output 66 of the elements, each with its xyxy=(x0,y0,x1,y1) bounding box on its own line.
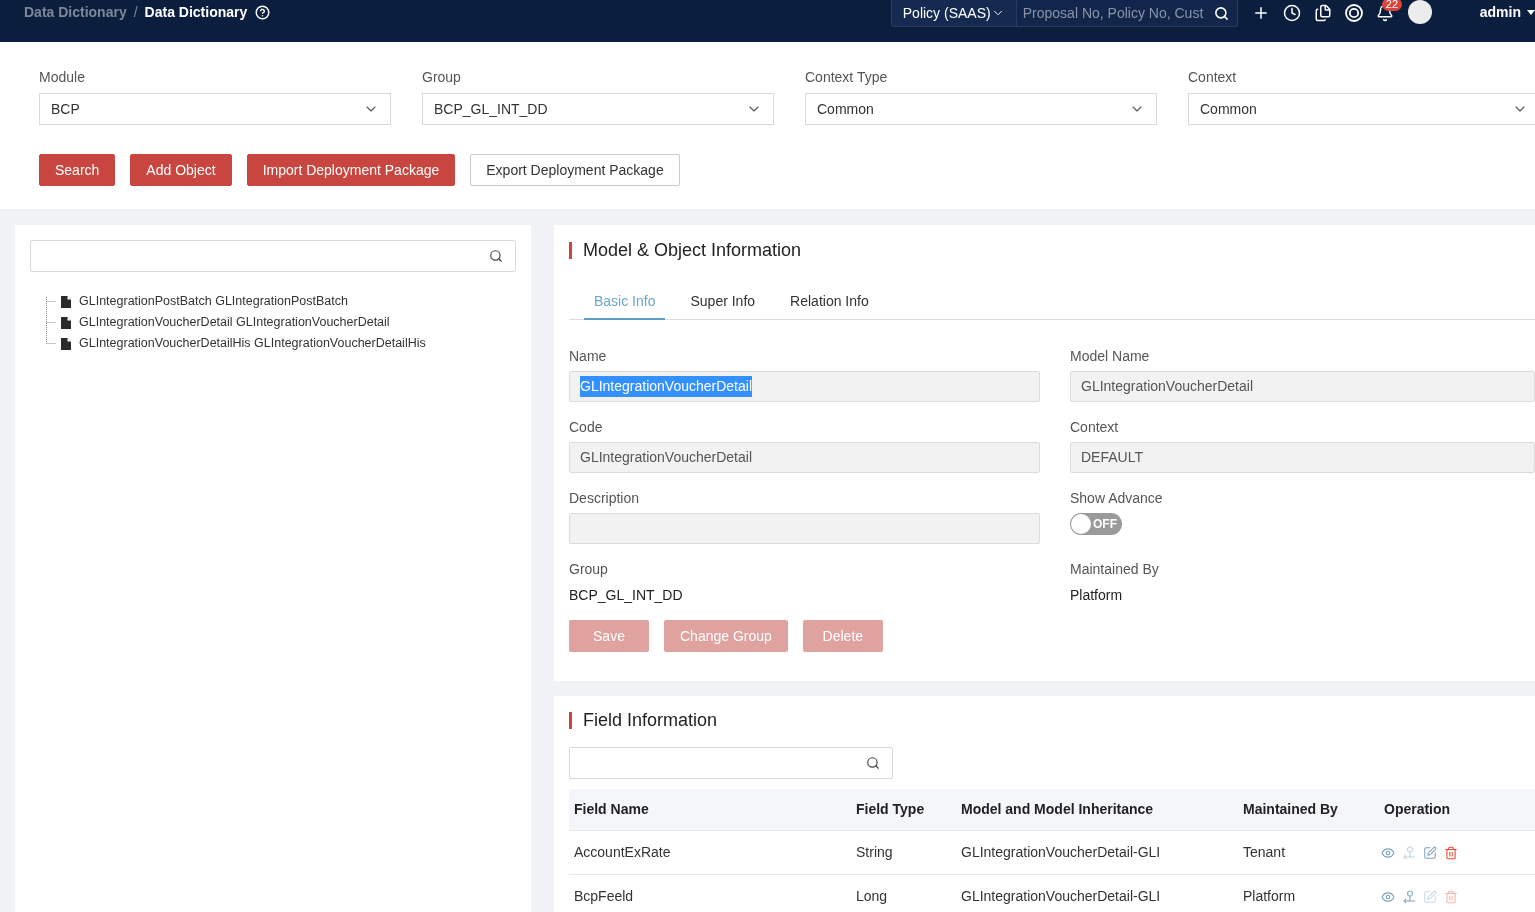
table-cell-text: Platform xyxy=(1242,887,1297,906)
action-button[interactable]: Import Deployment Package xyxy=(246,154,456,186)
breadcrumb-link[interactable]: Data Dictionary xyxy=(24,2,127,23)
filter-label: Group xyxy=(422,69,462,85)
column-header: Field Type xyxy=(855,800,926,819)
table-cell-text: BcpFeeld xyxy=(573,887,635,906)
field-label: Context xyxy=(1070,419,1120,435)
column-header: Model and Model Inheritance xyxy=(960,800,1155,819)
tree-item[interactable]: GLIntegrationVoucherDetail GLIntegrationVoucherDetail xyxy=(61,312,426,333)
filter-label: Context xyxy=(1188,69,1238,85)
user-name[interactable]: admin xyxy=(1479,0,1521,25)
dropdown-select[interactable]: BCP xyxy=(39,93,391,125)
search-icon[interactable] xyxy=(1213,5,1229,21)
help-icon[interactable] xyxy=(255,5,271,20)
field-value: Platform xyxy=(1070,587,1124,603)
field-label: Description xyxy=(569,490,641,506)
dropdown-select[interactable]: Common xyxy=(1188,93,1535,125)
tree-item[interactable]: GLIntegrationVoucherDetailHis GLIntegrationVoucherDetailHis xyxy=(61,333,426,354)
dropdown-select[interactable]: BCP_GL_INT_DD xyxy=(422,93,774,125)
search-icon[interactable] xyxy=(489,249,503,263)
eye-icon[interactable] xyxy=(1381,845,1395,860)
trash-icon[interactable] xyxy=(1444,845,1458,860)
column-header: Field Name xyxy=(573,800,650,819)
tree-item[interactable]: GLIntegrationPostBatch GLIntegrationPostBatch xyxy=(61,291,426,312)
field-label: Code xyxy=(569,419,604,435)
avatar[interactable] xyxy=(1407,0,1432,24)
field-label: Name xyxy=(569,348,608,364)
search-icon[interactable] xyxy=(866,756,880,770)
column-header: Maintained By xyxy=(1242,800,1339,819)
dropdown-select[interactable]: Common xyxy=(805,93,1157,125)
caret-icon[interactable] xyxy=(1527,10,1535,15)
breadcrumb-current: Data Dictionary xyxy=(144,3,248,22)
file-icon xyxy=(61,316,71,329)
action-button[interactable]: Search xyxy=(39,154,116,186)
filter-label: Module xyxy=(39,69,86,85)
table-cell-text: Tenant xyxy=(1242,843,1287,862)
field-label: Model Name xyxy=(1070,348,1151,364)
notification-badge: 22 xyxy=(1381,0,1402,11)
accent-bar-icon xyxy=(569,241,572,259)
action-button[interactable]: Export Deployment Package xyxy=(470,154,680,186)
table-cell-text: GLIntegrationVoucherDetail-GLI xyxy=(960,843,1162,862)
clock-icon[interactable] xyxy=(1282,3,1301,22)
filter-label: Context Type xyxy=(805,69,889,85)
tab[interactable]: Relation Info xyxy=(780,284,879,320)
field-value: BCP_GL_INT_DD xyxy=(569,587,684,603)
field-label: Maintained By xyxy=(1070,561,1160,577)
file-icon xyxy=(61,337,71,350)
table-cell-text: AccountExRate xyxy=(573,843,672,862)
column-header: Operation xyxy=(1383,800,1452,819)
field-label: Group xyxy=(569,561,609,577)
documents-icon[interactable] xyxy=(1313,3,1332,22)
table-cell-text: GLIntegrationVoucherDetail-GLI xyxy=(960,887,1162,906)
eye-icon[interactable] xyxy=(1381,889,1395,904)
accent-bar-icon xyxy=(569,711,572,729)
table-cell-text: String xyxy=(855,843,894,862)
field-label: Show Advance xyxy=(1070,490,1164,506)
action-button[interactable]: Add Object xyxy=(130,154,232,186)
table-cell-text: Long xyxy=(855,887,889,906)
ring-icon[interactable] xyxy=(1344,3,1363,22)
breadcrumb-separator: / xyxy=(133,3,138,22)
panel-title: Model & Object Information xyxy=(583,238,802,262)
file-icon xyxy=(61,295,71,308)
scope-dropdown[interactable]: Policy (SAAS) xyxy=(890,0,1016,27)
tab[interactable]: Super Info xyxy=(680,284,766,320)
panel-title: Field Information xyxy=(583,708,718,732)
search-field[interactable]: Proposal No, Policy No, Cust xyxy=(1015,0,1238,27)
